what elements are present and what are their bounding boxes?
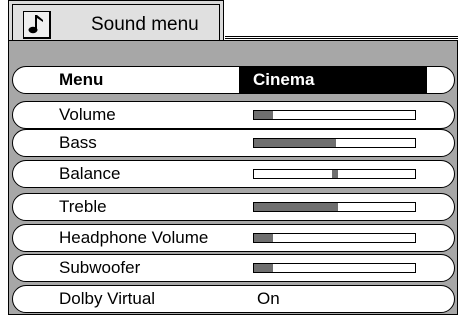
setting-row-subwoofer[interactable]: Subwoofer	[12, 254, 455, 282]
music-note-icon	[23, 11, 51, 39]
headphone-volume-slider-fill	[254, 234, 274, 242]
setting-label-bass: Bass	[59, 133, 97, 152]
bass-slider-fill	[254, 139, 337, 147]
menu-row-value: Cinema	[239, 67, 427, 93]
setting-label-volume: Volume	[59, 105, 116, 124]
music-note-icon-glyph	[28, 15, 43, 34]
balance-slider-marker	[331, 170, 338, 178]
setting-row-headphone-volume[interactable]: Headphone Volume	[12, 224, 455, 252]
dolby-virtual-value: On	[257, 289, 280, 308]
subwoofer-slider-fill	[254, 264, 274, 272]
page-title: Sound menu	[91, 14, 199, 35]
setting-label-balance: Balance	[59, 164, 121, 183]
setting-label-treble: Treble	[59, 197, 107, 216]
subwoofer-slider[interactable]	[253, 263, 416, 273]
setting-label-subwoofer: Subwoofer	[59, 258, 141, 277]
setting-row-dolby-virtual[interactable]: Dolby Virtual On	[12, 285, 455, 313]
frame-top-line	[225, 36, 458, 39]
balance-slider[interactable]	[253, 169, 416, 179]
menu-row-cinema[interactable]: Menu Cinema	[12, 66, 455, 94]
setting-row-treble[interactable]: Treble	[12, 193, 455, 221]
treble-slider-fill	[254, 203, 338, 211]
setting-label-headphone-volume: Headphone Volume	[59, 228, 209, 247]
menu-row-label: Menu	[59, 70, 104, 89]
volume-slider[interactable]	[253, 110, 416, 120]
setting-row-volume[interactable]: Volume	[12, 101, 455, 129]
treble-slider[interactable]	[253, 202, 416, 212]
setting-row-bass[interactable]: Bass	[12, 129, 455, 157]
sound-menu-tab: Sound menu	[8, 0, 224, 43]
volume-slider-fill	[254, 111, 274, 119]
headphone-volume-slider[interactable]	[253, 233, 416, 243]
sound-menu-tab-inner: Sound menu	[12, 4, 220, 40]
setting-row-balance[interactable]: Balance	[12, 160, 455, 188]
bass-slider[interactable]	[253, 138, 416, 148]
setting-label-dolby-virtual: Dolby Virtual	[59, 289, 156, 308]
